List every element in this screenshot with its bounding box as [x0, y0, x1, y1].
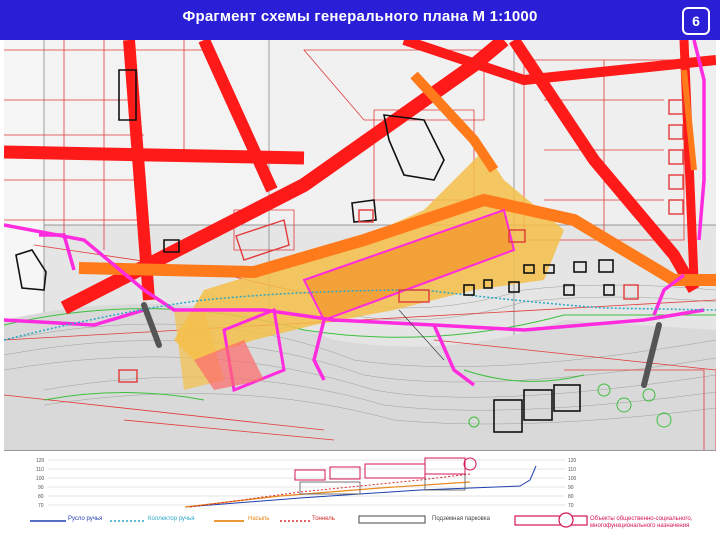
axis-tick: 90 [568, 485, 574, 491]
profile-axis-right: 120 110 100 90 80 70 [568, 458, 577, 509]
legend-embankment: Насыпь [248, 516, 270, 522]
legend-stream-collector: Коллектор ручья [148, 516, 195, 522]
axis-tick: 80 [38, 494, 44, 500]
axis-tick: 120 [36, 458, 45, 464]
legend-public-objects: Объекты общественно-социального, многофу… [590, 516, 693, 529]
stream-collector-symbol [110, 520, 146, 522]
legend-stream-bed: Русло ручья [68, 516, 103, 522]
embankment-symbol [214, 520, 244, 522]
tunnel-symbol [280, 520, 310, 522]
slide-title: Фрагмент схемы генерального плана М 1:10… [182, 8, 538, 25]
axis-tick: 80 [568, 494, 574, 500]
parking-symbol [358, 515, 426, 524]
elevation-profile: 120 110 100 90 80 70 120 110 100 90 80 7… [36, 457, 577, 509]
page-number-badge: 6 [682, 7, 710, 35]
stream-bed-symbol [30, 520, 66, 522]
master-plan-map[interactable] [4, 40, 716, 451]
profile-grid [48, 459, 565, 506]
axis-tick: 90 [38, 485, 44, 491]
axis-tick: 70 [568, 503, 574, 509]
axis-tick: 100 [568, 476, 577, 482]
axis-tick: 120 [568, 458, 577, 464]
map-tile [44, 40, 269, 225]
public-object-symbol [514, 512, 588, 528]
legend-underground-parking: Подземная парковка [432, 516, 490, 522]
slide-header: Фрагмент схемы генерального плана М 1:10… [0, 0, 720, 40]
axis-tick: 110 [36, 467, 44, 473]
legend-tunnel: Тоннель [312, 516, 335, 522]
axis-tick: 70 [38, 503, 44, 509]
axis-tick: 110 [568, 467, 576, 473]
map-legend: Русло ручья Коллектор ручья Насыпь Тонне… [0, 512, 720, 540]
profile-axis-left: 120 110 100 90 80 70 [36, 458, 45, 509]
axis-tick: 100 [36, 476, 45, 482]
map-canvas [4, 40, 716, 450]
